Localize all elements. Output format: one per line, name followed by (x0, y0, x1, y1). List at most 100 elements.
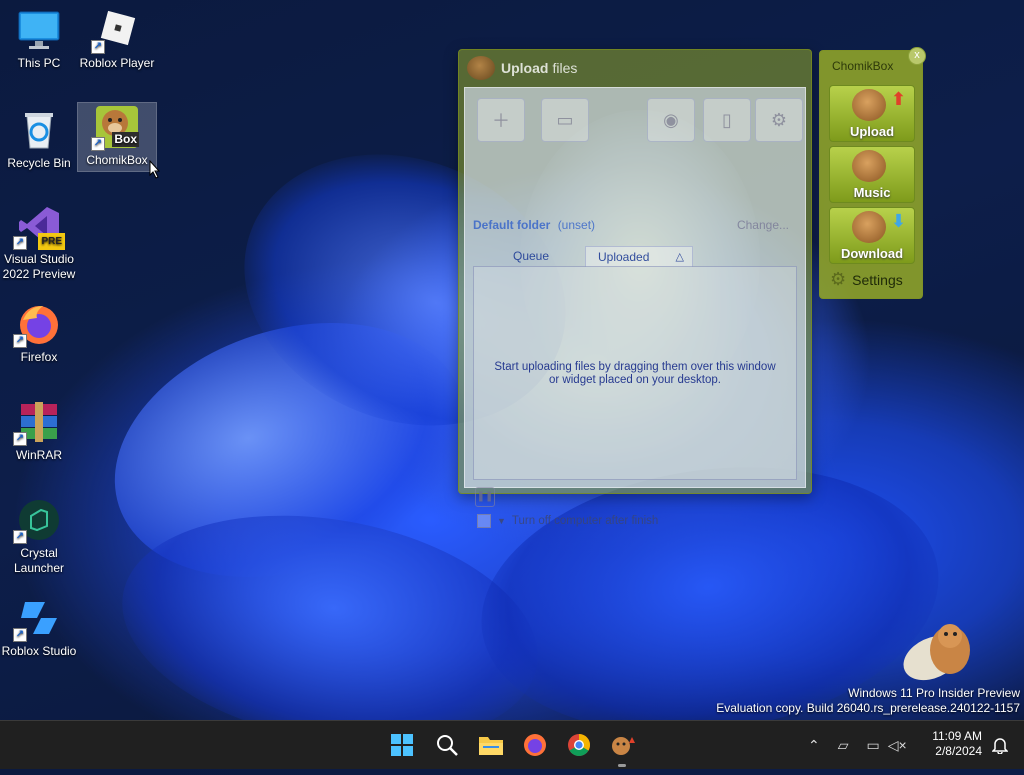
widget-upload-button[interactable]: ⬆ Upload (829, 85, 915, 142)
upload-files-window[interactable]: Upload files ＋ ▭ ◉ ▯ ⚙ Default folder (u… (458, 49, 812, 528)
chrome-taskbar-button[interactable] (563, 729, 595, 761)
desktop-icon-label: Firefox (20, 350, 58, 364)
desktop-icon-this-pc[interactable]: This PC (0, 0, 78, 80)
chrome-icon (568, 734, 590, 756)
widget-music-label: Music (853, 185, 891, 200)
shortcut-arrow-icon: ↗ (13, 432, 27, 446)
desktop-icon-label: This PC (17, 56, 61, 70)
turn-off-label: Turn off computer after finish (511, 515, 659, 527)
windows-logo-icon (391, 734, 413, 756)
hamster-upload-icon (852, 89, 886, 121)
gear-icon: ⚙ (830, 269, 847, 289)
chomik-button[interactable]: ◉ (647, 98, 695, 142)
mouse-cursor-icon (149, 160, 161, 179)
system-tray: ⌃ ▱ ▭ ◁× (808, 721, 907, 769)
shortcut-arrow-icon: ↗ (13, 530, 27, 544)
roblox-studio-icon: ↗ (13, 596, 61, 642)
chomikbox-icon (612, 737, 635, 755)
desktop-icon-chomikbox[interactable]: Box ↗ ChomikBox (77, 102, 157, 172)
chevron-up-icon[interactable]: ⌃ (808, 737, 820, 754)
taskbar: ⌃ ▱ ▭ ◁× 11:09 AM 2/8/2024 (0, 720, 1024, 769)
widget-title: ChomikBox (832, 59, 894, 73)
tab-uploaded[interactable]: Uploaded △ (585, 246, 693, 267)
windows-watermark: Windows 11 Pro Insider Preview Evaluatio… (716, 686, 1020, 716)
winrar-icon: ↗ (13, 400, 61, 446)
widget-close-button[interactable]: x (908, 47, 926, 65)
bell-icon (992, 738, 1008, 754)
upload-window-body: ＋ ▭ ◉ ▯ ⚙ Default folder (unset) Change.… (464, 87, 806, 528)
widget-settings-button[interactable]: ⚙ Settings (830, 269, 903, 290)
wallpaper-petal (81, 280, 499, 620)
desktop-icon-label: Crystal Launcher (13, 546, 65, 575)
default-folder-row: Default folder (unset) Change... (473, 218, 797, 232)
upload-window-title-rest: files (552, 60, 578, 76)
folder-icon (479, 737, 503, 755)
desktop-icon-label: Recycle Bin (7, 156, 71, 170)
recycle-bin-icon (17, 108, 61, 152)
chomikbox-icon-text: Box (112, 132, 139, 147)
desktop-icon-label: Visual Studio 2022 Preview (2, 252, 76, 281)
display-icon[interactable]: ▭ (867, 737, 880, 754)
add-files-button[interactable]: ＋ (477, 98, 525, 142)
crystal-launcher-icon: ↗ (13, 498, 61, 544)
roblox-icon: ↗ (91, 8, 139, 54)
hamster-download-icon (852, 211, 886, 243)
firefox-taskbar-button[interactable] (519, 729, 551, 761)
desktop-icon-firefox[interactable]: ↗ Firefox (0, 294, 78, 370)
start-button[interactable] (386, 729, 418, 761)
add-files-icon: ＋ (492, 111, 510, 131)
running-indicator (618, 764, 626, 767)
search-icon (437, 735, 458, 756)
empty-queue-hint: Start uploading files by dragging them o… (494, 361, 776, 386)
pause-icon: ❚❚ (476, 491, 494, 502)
widget-music-button[interactable]: Music (829, 146, 915, 203)
default-folder-label: Default folder (473, 218, 551, 232)
device-button[interactable]: ▯ (703, 98, 751, 142)
desktop-icon-roblox-studio[interactable]: ↗ Roblox Studio (0, 588, 78, 664)
widget-download-label: Download (840, 246, 904, 261)
hamster-mascot-icon (903, 624, 970, 681)
file-explorer-button[interactable] (475, 729, 507, 761)
hamster-music-icon (852, 150, 886, 182)
pause-button[interactable]: ❚❚ (475, 487, 495, 507)
gear-icon: ⚙ (770, 109, 788, 130)
shortcut-arrow-icon: ↗ (13, 236, 27, 250)
tab-queue[interactable]: Queue (501, 246, 561, 266)
desktop-icon-roblox-player[interactable]: ↗ Roblox Player (78, 0, 156, 80)
widget-upload-label: Upload (849, 124, 895, 139)
device-icon: ▯ (722, 109, 732, 130)
add-folder-button[interactable]: ▭ (541, 98, 589, 142)
chomikbox-widget[interactable]: ChomikBox x ⬆ Upload Music ⬇ Download ⚙ … (819, 47, 926, 299)
default-folder-value: (unset) (557, 218, 596, 232)
widget-download-button[interactable]: ⬇ Download (829, 207, 915, 264)
shortcut-arrow-icon: ↗ (91, 40, 105, 54)
volume-muted-icon[interactable]: ◁× (888, 737, 907, 754)
desktop-icon-winrar[interactable]: ↗ WinRAR (0, 392, 78, 468)
upload-window-titlebar[interactable]: Upload files (459, 50, 811, 86)
desktop-icon-label: Roblox Player (79, 56, 155, 70)
desktop-icon-label: ChomikBox (86, 153, 148, 167)
chomikbox-taskbar-button[interactable] (606, 729, 638, 767)
upload-arrow-icon: ⬆ (890, 89, 906, 109)
turn-off-checkbox[interactable] (477, 514, 491, 528)
desktop-icon-recycle-bin[interactable]: Recycle Bin (0, 100, 78, 176)
dropdown-triangle-icon[interactable]: ▼ (497, 516, 506, 526)
shortcut-arrow-icon: ↗ (91, 137, 105, 151)
search-button[interactable] (431, 729, 463, 761)
notification-button[interactable] (984, 729, 1016, 761)
firefox-icon: ↗ (13, 302, 61, 348)
desktop-icon-label: WinRAR (15, 448, 62, 462)
upload-queue-list[interactable]: Start uploading files by dragging them o… (473, 266, 797, 480)
change-folder-link[interactable]: Change... (737, 218, 789, 232)
clock[interactable]: 11:09 AM 2/8/2024 (932, 729, 982, 759)
turn-off-row: ▼ Turn off computer after finish (477, 514, 658, 528)
desktop-icon-label: Roblox Studio (1, 644, 77, 658)
sort-triangle-icon: △ (675, 251, 684, 263)
clock-time: 11:09 AM (932, 729, 982, 743)
chomik-logo-icon (467, 56, 495, 80)
settings-button[interactable]: ⚙ (755, 98, 803, 142)
network-off-icon[interactable]: ▱ (838, 737, 849, 754)
desktop-icon-crystal-launcher[interactable]: ↗ Crystal Launcher (0, 490, 78, 582)
desktop-icon-visual-studio[interactable]: PRE ↗ Visual Studio 2022 Preview (0, 196, 78, 288)
shortcut-arrow-icon: ↗ (13, 628, 27, 642)
